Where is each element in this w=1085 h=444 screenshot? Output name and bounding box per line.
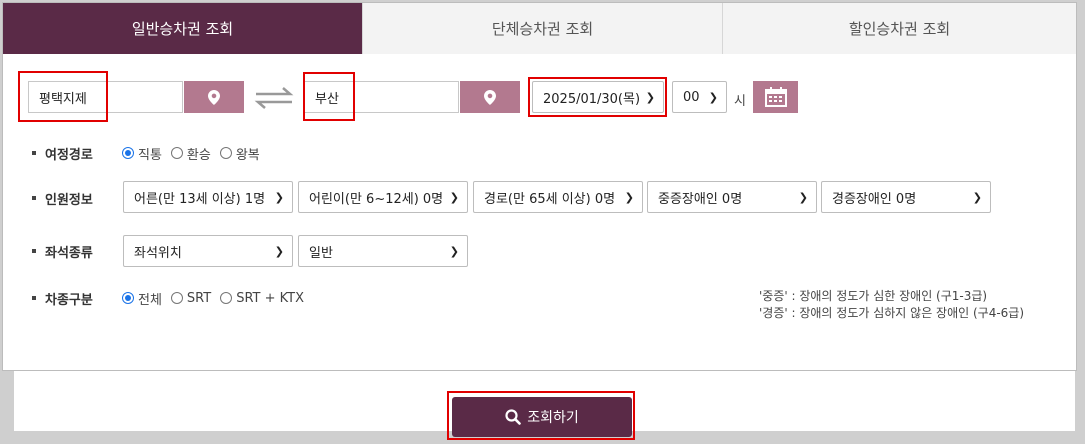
chevron-down-icon: ❯	[798, 190, 808, 204]
route-option-transfer[interactable]: 환승	[170, 144, 211, 163]
severe-disability-count-select[interactable]: 중증장애인 0명 ❯	[647, 181, 817, 213]
train-type-label: 차종구분	[32, 290, 93, 308]
train-type-radio-group: 전체 SRT SRT + KTX	[122, 289, 313, 308]
departure-station-search-button[interactable]	[184, 81, 244, 113]
chevron-down-icon: ❯	[449, 244, 459, 258]
chevron-down-icon: ❯	[708, 90, 718, 104]
tab-regular-ticket[interactable]: 일반승차권 조회	[3, 3, 362, 54]
departure-highlight	[18, 71, 108, 122]
route-option-roundtrip[interactable]: 왕복	[219, 144, 260, 163]
chevron-down-icon: ❯	[274, 190, 284, 204]
date-highlight	[528, 77, 667, 117]
passengers-label: 인원정보	[32, 190, 93, 208]
train-type-option-srt-ktx[interactable]: SRT + KTX	[220, 291, 304, 306]
tab-discount-ticket[interactable]: 할인승차권 조회	[722, 3, 1076, 54]
chevron-down-icon: ❯	[449, 190, 459, 204]
calendar-button[interactable]	[753, 81, 798, 113]
hour-unit-label: 시	[734, 94, 746, 109]
senior-count-select[interactable]: 경로(만 65세 이상) 0명 ❯	[473, 181, 643, 213]
search-button-highlight	[447, 391, 635, 440]
severe-disability-note: '중증' : 장애의 정도가 심한 장애인 (구1-3급)	[759, 289, 988, 303]
chevron-down-icon: ❯	[972, 190, 982, 204]
mild-disability-note: '경증' : 장애의 정도가 심하지 않은 장애인 (구4-6급)	[759, 306, 1025, 320]
child-count-select[interactable]: 어린이(만 6~12세) 0명 ❯	[298, 181, 468, 213]
seat-class-select[interactable]: 일반 ❯	[298, 235, 468, 267]
chevron-down-icon: ❯	[274, 244, 284, 258]
route-option-direct[interactable]: 직통	[122, 144, 162, 163]
map-pin-icon	[484, 89, 496, 105]
ticket-type-tabs: 일반승차권 조회 단체승차권 조회 할인승차권 조회	[3, 3, 1076, 54]
chevron-down-icon: ❯	[624, 190, 634, 204]
mild-disability-count-select[interactable]: 경증장애인 0명 ❯	[821, 181, 991, 213]
seat-type-label: 좌석종류	[32, 243, 93, 261]
adult-count-select[interactable]: 어른(만 13세 이상) 1명 ❯	[123, 181, 293, 213]
arrival-highlight	[303, 72, 355, 121]
tab-group-ticket[interactable]: 단체승차권 조회	[362, 3, 722, 54]
route-label: 여정경로	[32, 145, 93, 163]
hour-value: 00	[683, 89, 700, 105]
disability-notes: '중증' : 장애의 정도가 심한 장애인 (구1-3급) '경증' : 장애의…	[759, 288, 1024, 322]
swap-stations-icon[interactable]	[254, 86, 294, 114]
hour-select[interactable]: 00 ❯	[672, 81, 727, 113]
calendar-icon	[764, 87, 787, 107]
train-type-option-srt[interactable]: SRT	[170, 291, 211, 306]
train-type-option-all[interactable]: 전체	[122, 289, 162, 308]
route-radio-group: 직통 환승 왕복	[122, 144, 269, 163]
map-pin-icon	[208, 89, 220, 105]
seat-position-select[interactable]: 좌석위치 ❯	[123, 235, 293, 267]
arrival-station-search-button[interactable]	[460, 81, 520, 113]
